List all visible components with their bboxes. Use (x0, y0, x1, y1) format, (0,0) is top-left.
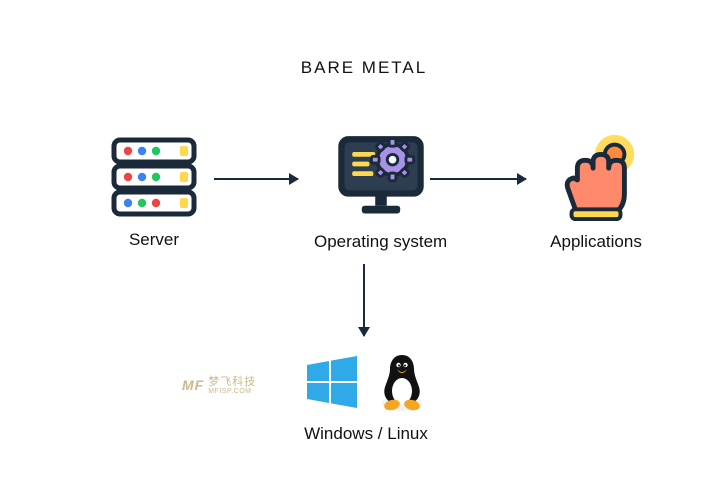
touch-hand-icon (548, 128, 644, 222)
node-server: Server (106, 134, 202, 250)
node-apps: Applications (548, 128, 644, 252)
node-osoptions-label: Windows / Linux (304, 424, 428, 444)
node-osoptions: Windows / Linux (296, 350, 436, 444)
arrow-server-to-os (214, 178, 298, 180)
node-os: Operating system (314, 130, 447, 252)
watermark-logo: MF (182, 378, 204, 393)
watermark-text: 梦飞科技 (208, 376, 256, 388)
os-options-icons (296, 350, 436, 414)
server-icon (106, 134, 202, 220)
node-apps-label: Applications (550, 232, 642, 252)
diagram-title: BARE METAL (301, 58, 427, 78)
arrow-os-to-options (363, 264, 365, 336)
node-server-label: Server (129, 230, 179, 250)
watermark-sub: MFISP.COM (208, 388, 256, 396)
monitor-gear-icon (333, 130, 429, 222)
arrow-os-to-apps (430, 178, 526, 180)
node-os-label: Operating system (314, 232, 447, 252)
linux-icon (375, 351, 429, 413)
watermark: MF 梦飞科技 MFISP.COM (182, 376, 256, 396)
windows-icon (303, 353, 361, 411)
